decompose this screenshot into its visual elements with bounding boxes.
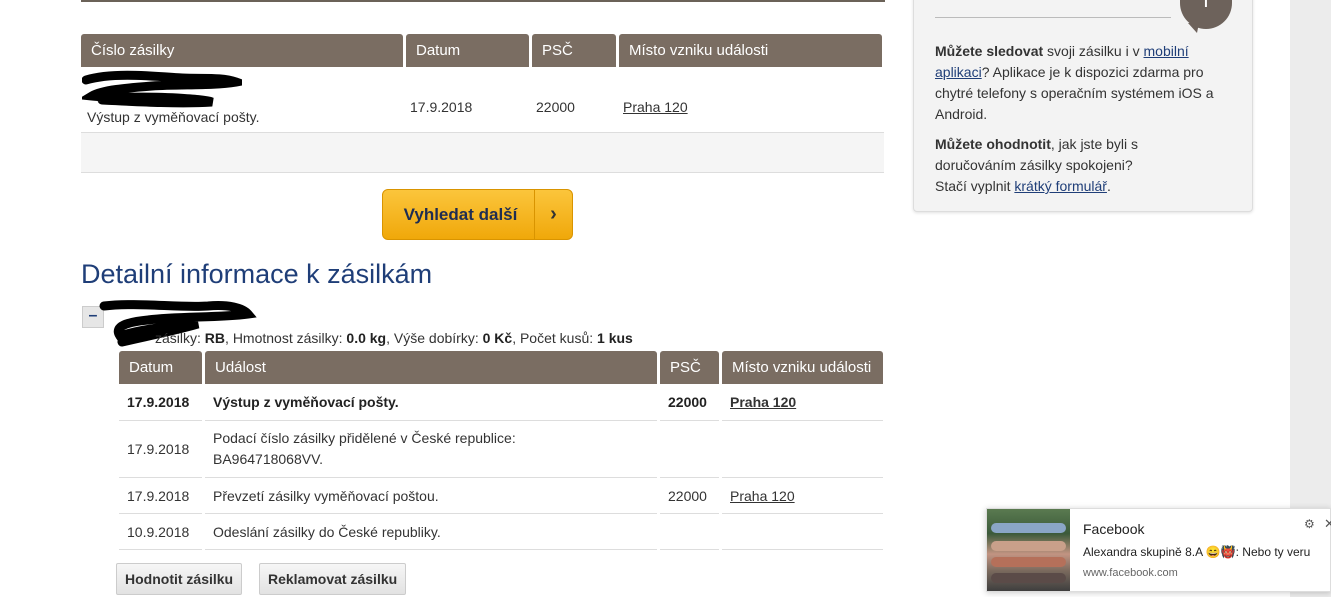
thumb-row — [991, 573, 1066, 583]
type-value: RB — [204, 330, 226, 346]
notification-source: www.facebook.com — [1083, 567, 1178, 579]
row-date: 17.9.2018 — [119, 478, 202, 514]
gear-icon[interactable]: ⚙ — [1304, 517, 1315, 531]
header-parcel-number: Číslo zásilky — [81, 34, 403, 67]
header-psc: PSČ — [532, 34, 616, 67]
thumb-row — [991, 523, 1066, 533]
detail-header-psc: PSČ — [660, 351, 719, 384]
sidebar-bold-2: Můžete ohodnotit — [935, 136, 1051, 152]
summary-date: 17.9.2018 — [410, 99, 473, 115]
row-place-link[interactable]: Praha 120 — [730, 394, 796, 410]
sidebar-bold-1: Můžete sledovat — [935, 43, 1044, 59]
weight-value: 0.0 kg — [346, 330, 387, 346]
count-label: Počet kusů: — [519, 330, 594, 346]
row-event: Výstup z vyměňovací pošty. — [205, 384, 657, 421]
search-more-label: Vyhledat další — [403, 204, 518, 224]
notification-image — [987, 509, 1070, 591]
row-date: 17.9.2018 — [119, 421, 202, 478]
header-place: Místo vzniku události — [619, 34, 882, 67]
row-event-line2: BA964718068VV. — [213, 451, 324, 467]
notification-app-name: Facebook — [1083, 521, 1145, 537]
row-place-link[interactable]: Praha 120 — [730, 488, 795, 504]
table-row: 17.9.2018 Výstup z vyměňovací pošty. 220… — [119, 384, 883, 421]
detail-table: Datum Událost PSČ Místo vzniku události … — [116, 351, 886, 550]
sidebar-text-5: . — [1106, 178, 1111, 194]
top-divider — [81, 0, 885, 2]
detail-header-event: Událost — [205, 351, 657, 384]
row-psc — [660, 421, 719, 478]
row-psc: 22000 — [660, 384, 719, 421]
detail-header-date: Datum — [119, 351, 202, 384]
bubble-tail — [1188, 23, 1199, 33]
summary-event: Výstup z vyměňovací pošty. — [87, 109, 260, 125]
sidebar-divider — [935, 17, 1171, 18]
sidebar-app-text: Můžete sledovat svoji zásilku i v mobiln… — [935, 41, 1235, 125]
sidebar-text-1: svoji zásilku i v — [1043, 43, 1144, 59]
detail-header-place: Místo vzniku události — [722, 351, 883, 384]
summary-place-link[interactable]: Praha 120 — [623, 99, 688, 115]
close-icon[interactable]: ✕ — [1324, 516, 1331, 532]
detail-title: Detailní informace k zásilkám — [81, 259, 433, 289]
empty-row — [81, 132, 884, 173]
thumb-row — [991, 541, 1066, 551]
row-psc: 22000 — [660, 478, 719, 514]
short-form-link[interactable]: krátký formulář — [1014, 178, 1107, 194]
cod-label: Výše dobírky: — [393, 330, 479, 346]
row-event: Převzetí zásilky vyměňovací poštou. — [205, 478, 657, 514]
facebook-notification[interactable]: Facebook Alexandra skupině 8.A 😄👹: Nebo … — [986, 508, 1331, 592]
info-sidebar: i Můžete sledovat svoji zásilku i v mobi… — [913, 0, 1253, 212]
summary-psc: 22000 — [536, 99, 575, 115]
row-place — [722, 421, 883, 478]
row-psc — [660, 514, 719, 550]
row-event: Podací číslo zásilky přidělené v České r… — [205, 421, 657, 478]
row-date: 10.9.2018 — [119, 514, 202, 550]
sidebar-text-4: Stačí vyplnit — [935, 178, 1015, 194]
cod-value: 0 Kč — [482, 330, 513, 346]
claim-parcel-button[interactable]: Reklamovat zásilku — [259, 563, 407, 595]
parcel-info: zásilky: RB, Hmotnost zásilky: 0.0 kg, V… — [155, 330, 633, 346]
row-date: 17.9.2018 — [119, 384, 202, 421]
chevron-right-icon: › — [534, 190, 572, 239]
search-more-button[interactable]: Vyhledat další › — [382, 189, 573, 240]
table-row: 17.9.2018 Podací číslo zásilky přidělené… — [119, 421, 883, 478]
count-value: 1 kus — [597, 330, 633, 346]
rate-parcel-button[interactable]: Hodnotit zásilku — [116, 563, 243, 595]
sidebar-rate-text: Můžete ohodnotit, jak jste byli s doručo… — [935, 134, 1195, 197]
type-label: zásilky: — [155, 330, 201, 346]
thumb-row — [991, 557, 1066, 567]
weight-label: Hmotnost zásilky: — [232, 330, 343, 346]
notification-message: Alexandra skupině 8.A 😄👹: Nebo ty veru — [1083, 545, 1311, 559]
row-event: Odeslání zásilky do České republiky. — [205, 514, 657, 550]
redaction-scribble — [82, 70, 242, 108]
row-place — [722, 514, 883, 550]
row-event-line1: Podací číslo zásilky přidělené v České r… — [213, 430, 516, 446]
header-date: Datum — [406, 34, 529, 67]
info-icon-glyph: i — [1204, 0, 1209, 12]
table-row: 17.9.2018 Převzetí zásilky vyměňovací po… — [119, 478, 883, 514]
table-row: 10.9.2018 Odeslání zásilky do České repu… — [119, 514, 883, 550]
